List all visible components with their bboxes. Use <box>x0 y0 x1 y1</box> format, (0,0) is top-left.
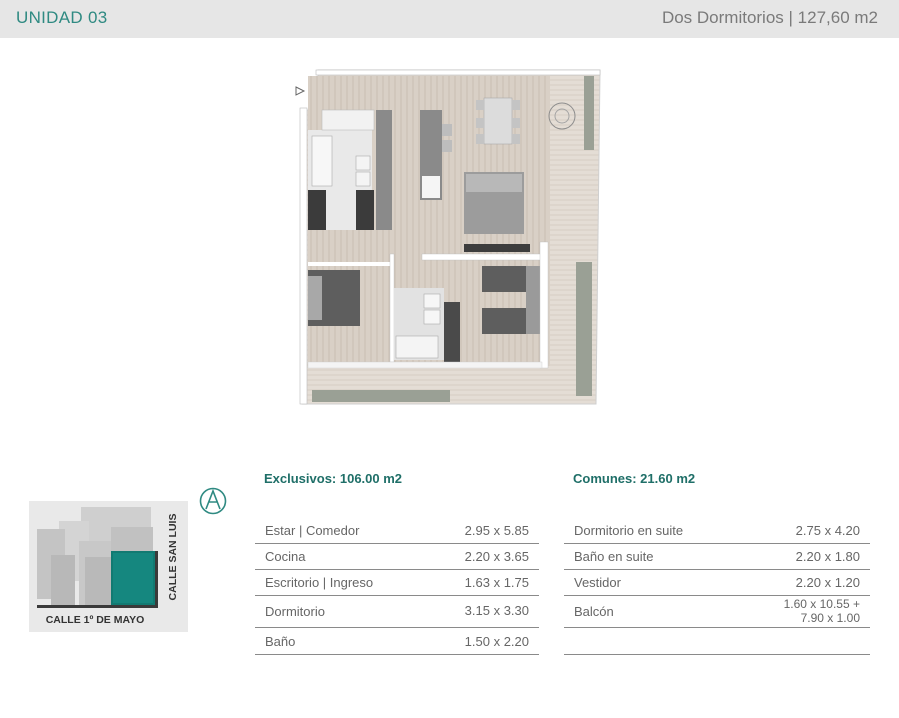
room-size: 2.75 x 4.20 <box>795 523 860 538</box>
table-row: Baño en suite 2.20 x 1.80 <box>564 543 870 570</box>
room-size: 1.63 x 1.75 <box>464 575 529 590</box>
floor-plan-image <box>295 69 601 405</box>
room-label: Dormitorio <box>265 604 325 619</box>
table-row <box>564 628 870 655</box>
room-size: 1.50 x 2.20 <box>464 634 529 649</box>
unit-subtitle: Dos Dormitorios | 127,60 m2 <box>661 8 878 27</box>
room-size: 2.20 x 3.65 <box>464 549 529 564</box>
compass-icon <box>199 487 227 515</box>
room-size-line: 1.60 x 10.55 + <box>783 597 860 611</box>
table-row: Dormitorio en suite 2.75 x 4.20 <box>564 517 870 544</box>
unit-title: UNIDAD 03 <box>16 8 108 27</box>
street-label-bottom: CALLE 1º DE MAYO <box>46 614 145 626</box>
room-size: 2.95 x 5.85 <box>464 523 529 538</box>
comunes-title: Comunes: 21.60 m2 <box>573 471 696 486</box>
room-size-line: 7.90 x 1.00 <box>800 611 860 625</box>
key-plan-image: CALLE 1º DE MAYO CALLE SAN LUIS <box>29 501 188 632</box>
exclusivos-title: Exclusivos: 106.00 m2 <box>264 471 403 486</box>
room-size: 3.15 x 3.30 <box>464 603 529 618</box>
table-row: Dormitorio 3.15 x 3.30 <box>255 595 539 628</box>
street-label-right: CALLE SAN LUIS <box>167 514 179 601</box>
room-label: Baño <box>265 634 296 649</box>
table-row: Vestidor 2.20 x 1.20 <box>564 569 870 596</box>
header-bar: UNIDAD 03 Dos Dormitorios | 127,60 m2 <box>0 0 899 38</box>
room-size: 1.60 x 10.55 + 7.90 x 1.00 <box>784 597 860 625</box>
room-size: 2.20 x 1.80 <box>795 549 860 564</box>
room-label: Dormitorio en suite <box>574 523 684 538</box>
room-label: Vestidor <box>574 575 621 590</box>
room-label: Balcón <box>574 604 614 619</box>
table-row: Cocina 2.20 x 3.65 <box>255 543 539 570</box>
room-label: Cocina <box>265 549 306 564</box>
room-label: Escritorio | Ingreso <box>265 575 374 590</box>
table-row: Escritorio | Ingreso 1.63 x 1.75 <box>255 569 539 596</box>
room-label: Baño en suite <box>574 549 654 564</box>
table-row: Balcón 1.60 x 10.55 + 7.90 x 1.00 <box>564 595 870 628</box>
room-size: 2.20 x 1.20 <box>795 575 860 590</box>
table-row: Baño 1.50 x 2.20 <box>255 628 539 655</box>
room-label: Estar | Comedor <box>265 523 360 538</box>
table-row: Estar | Comedor 2.95 x 5.85 <box>255 517 539 544</box>
